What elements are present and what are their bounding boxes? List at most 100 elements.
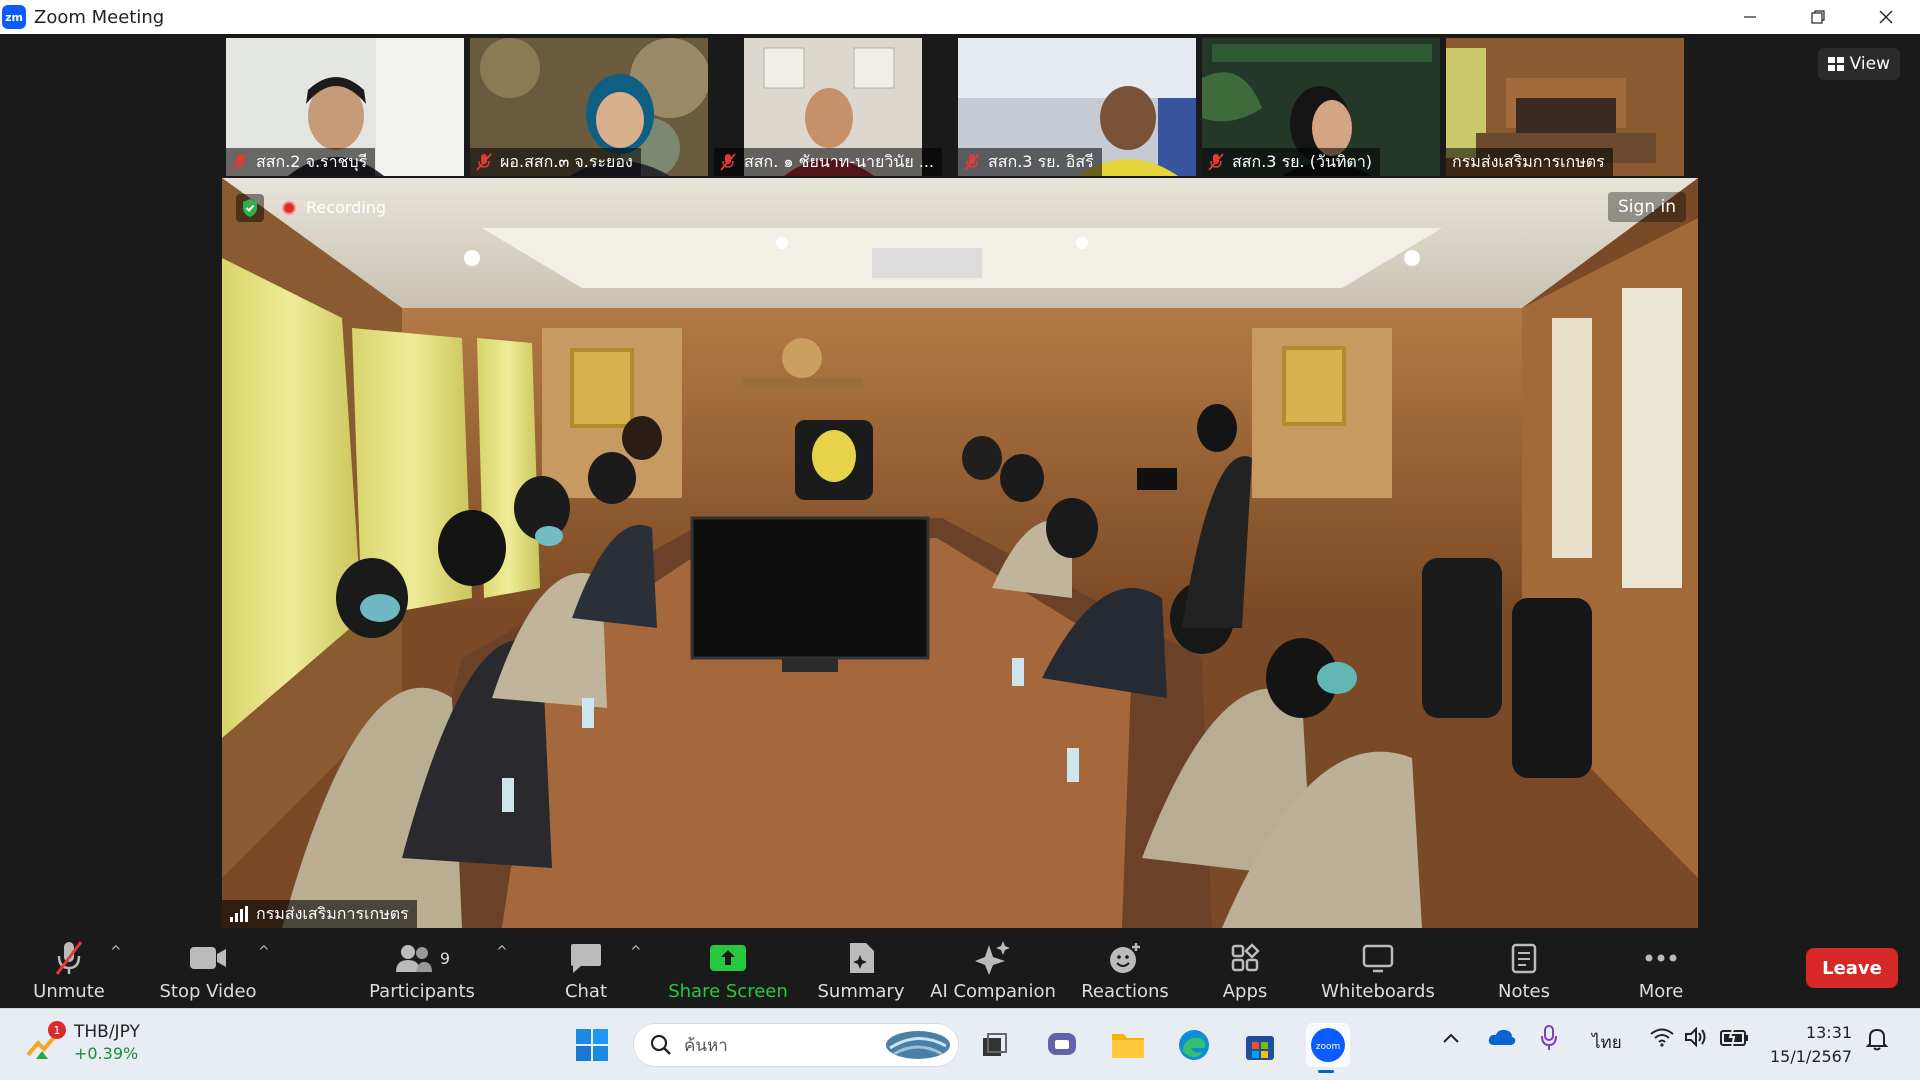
- participant-name: สสก.3 รย. อิสรี: [958, 148, 1102, 176]
- ai-companion-button[interactable]: AI Companion: [930, 936, 1056, 1002]
- stock-name: THB/JPY: [74, 1022, 140, 1042]
- speaker-volume-icon: [1685, 1026, 1706, 1048]
- participant-name: ผอ.สสก.๓ จ.ระยอง: [470, 148, 641, 176]
- participant-name: กรมส่งเสริมการเกษตร: [1446, 148, 1613, 176]
- share-screen-button[interactable]: Share Screen: [668, 936, 788, 1002]
- chat-options-caret-icon[interactable]: ^: [630, 944, 642, 960]
- search-placeholder: ค้นหา: [684, 1035, 728, 1056]
- svg-text:zoom: zoom: [1316, 1042, 1341, 1052]
- chat-bubble-icon: [571, 944, 601, 973]
- restore-icon: [1811, 10, 1825, 24]
- windows-start-icon: [576, 1029, 608, 1061]
- participant-thumbnail[interactable]: สสก.3 รย. อิสรี: [958, 38, 1196, 176]
- input-language[interactable]: ไทย: [1592, 1029, 1622, 1056]
- restore-button[interactable]: [1784, 0, 1852, 34]
- audio-options-caret-icon[interactable]: ^: [110, 944, 122, 960]
- recording-dot-icon: [282, 200, 296, 215]
- wifi-icon: [1650, 1028, 1674, 1047]
- task-view-icon: [983, 1033, 1007, 1056]
- participant-thumbnail[interactable]: สสก.3 รย. (วันทิตา): [1202, 38, 1440, 176]
- encryption-shield-icon[interactable]: [236, 194, 264, 222]
- summary-icon: [850, 943, 874, 973]
- signal-strength-icon: [230, 906, 248, 922]
- zoom-taskbar-button[interactable]: zoom: [1306, 1023, 1350, 1073]
- edge-browser-button[interactable]: [1174, 1025, 1214, 1065]
- muted-mic-icon: [476, 153, 492, 171]
- participant-name: สสก.2 จ.ราชบุรี: [226, 148, 376, 176]
- bell-icon: [1865, 1028, 1889, 1051]
- apps-button[interactable]: Apps: [1220, 936, 1270, 1002]
- whiteboards-button[interactable]: Whiteboards: [1321, 936, 1435, 1002]
- grid-view-icon: [1827, 57, 1844, 71]
- participant-thumbnail[interactable]: ผอ.สสก.๓ จ.ระยอง: [470, 38, 708, 176]
- folder-icon: [1112, 1034, 1144, 1058]
- share-screen-icon: [710, 945, 746, 971]
- battery-icon: [1720, 1026, 1748, 1048]
- more-button[interactable]: More: [1636, 936, 1686, 1002]
- summary-button[interactable]: Summary: [818, 936, 905, 1002]
- clock-date: 15/1/2567: [1770, 1047, 1853, 1066]
- notifications-button[interactable]: [1865, 1027, 1889, 1056]
- stock-change: +0.39%: [74, 1044, 139, 1063]
- unmute-button[interactable]: Unmute: [33, 936, 105, 1002]
- participant-name: สสก.3 รย. (วันทิตา): [1202, 148, 1381, 176]
- reactions-button[interactable]: Reactions: [1081, 936, 1169, 1002]
- meeting-area: สสก.2 จ.ราชบุรี ผอ.สสก.๓ จ.ระยอง สสก. ๑ …: [0, 34, 1920, 928]
- participant-thumbnail[interactable]: สสก. ๑ ชัยนาท-นายวินัย ...: [714, 38, 952, 176]
- show-hidden-icons-button[interactable]: [1442, 1029, 1460, 1049]
- participants-count: 9: [439, 948, 451, 968]
- search-highlight-icon: [886, 1031, 950, 1059]
- reactions-smiley-icon: [1110, 943, 1140, 973]
- store-button[interactable]: [1240, 1025, 1280, 1065]
- recording-indicator[interactable]: Recording: [282, 198, 386, 217]
- muted-mic-icon: [720, 153, 736, 171]
- stock-widget[interactable]: 1 THB/JPY +0.39%: [26, 1021, 140, 1065]
- volume-button[interactable]: [1684, 1026, 1708, 1052]
- title-bar: zm Zoom Meeting: [0, 0, 1920, 34]
- notification-badge: 1: [48, 1021, 66, 1039]
- main-video[interactable]: Recording Sign in กรมส่งเสริมการเกษตร: [222, 178, 1698, 928]
- active-app-indicator: [1318, 1070, 1334, 1073]
- windows-taskbar: 1 THB/JPY +0.39% ค้นหา zoom ไทย 13:31 15…: [0, 1008, 1920, 1080]
- view-button[interactable]: View: [1817, 48, 1900, 80]
- stop-video-button[interactable]: Stop Video: [159, 936, 257, 1002]
- microphone-tray-button[interactable]: [1540, 1025, 1558, 1056]
- more-dots-icon: [1645, 954, 1677, 962]
- window-title: Zoom Meeting: [34, 6, 165, 28]
- onedrive-button[interactable]: [1488, 1027, 1516, 1052]
- window-controls: [1716, 0, 1920, 34]
- notes-button[interactable]: Notes: [1496, 936, 1552, 1002]
- zoom-app-icon: zoom: [1311, 1028, 1345, 1062]
- participant-thumbnail[interactable]: สสก.2 จ.ราชบุรี: [226, 38, 464, 176]
- edge-browser-icon: [1179, 1030, 1209, 1060]
- network-button[interactable]: [1650, 1027, 1674, 1052]
- participants-options-caret-icon[interactable]: ^: [496, 944, 508, 960]
- video-options-caret-icon[interactable]: ^: [258, 944, 270, 960]
- notes-icon: [1511, 943, 1537, 974]
- participants-icon: [395, 945, 432, 972]
- battery-button[interactable]: [1720, 1026, 1750, 1052]
- file-explorer-button[interactable]: [1108, 1025, 1148, 1065]
- meeting-toolbar: Unmute ^ Stop Video ^ 9 Participants ^ C…: [0, 928, 1920, 1008]
- start-button[interactable]: [572, 1025, 612, 1065]
- muted-mic-icon: [1208, 153, 1224, 171]
- participants-button[interactable]: 9 Participants: [369, 936, 475, 1002]
- minimize-button[interactable]: [1716, 0, 1784, 34]
- muted-mic-icon: [55, 941, 83, 975]
- store-icon: [1246, 1036, 1274, 1060]
- chat-button[interactable]: Chat: [556, 936, 616, 1002]
- system-clock[interactable]: 13:31 15/1/2567: [1770, 1021, 1852, 1069]
- taskbar-search[interactable]: ค้นหา: [633, 1023, 959, 1067]
- participant-thumbnail-active[interactable]: กรมส่งเสริมการเกษตร: [1446, 38, 1684, 176]
- leave-button[interactable]: Leave: [1806, 948, 1898, 988]
- sign-in-button[interactable]: Sign in: [1608, 192, 1686, 222]
- close-button[interactable]: [1852, 0, 1920, 34]
- stock-trend-icon: 1: [26, 1021, 66, 1061]
- task-view-button[interactable]: [974, 1025, 1014, 1065]
- apps-icon: [1231, 943, 1260, 972]
- conference-room-video-image: [222, 178, 1698, 928]
- teams-chat-button[interactable]: [1042, 1025, 1082, 1065]
- search-icon: [650, 1034, 671, 1055]
- zoom-logo-icon: zm: [2, 5, 26, 29]
- ai-sparkle-icon: [975, 941, 1010, 975]
